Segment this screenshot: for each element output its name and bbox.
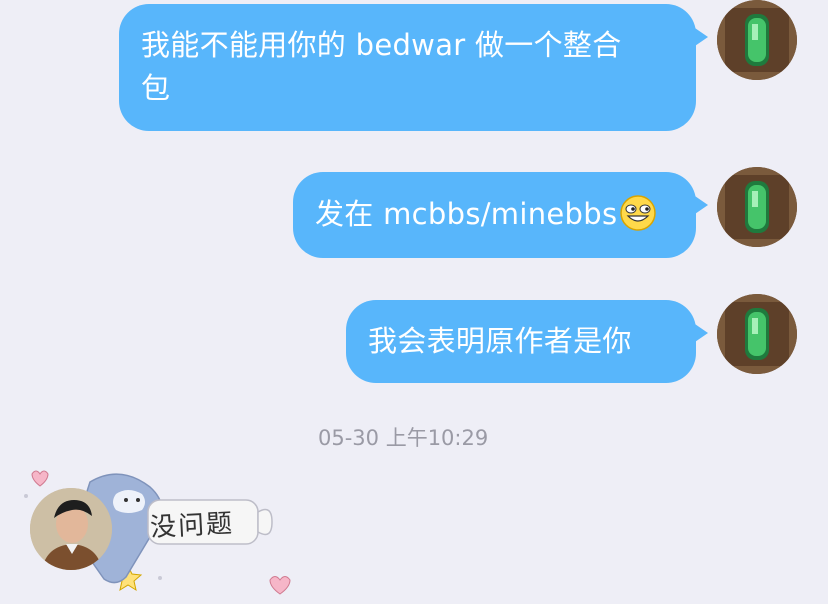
sender-avatar-emerald-icon[interactable] — [717, 167, 797, 247]
message-bubble-3[interactable]: 我会表明原作者是你 — [346, 300, 708, 383]
sender-avatar-emerald-icon[interactable] — [717, 294, 797, 374]
user-avatar[interactable] — [30, 488, 112, 570]
sender-avatar-emerald-icon[interactable] — [717, 0, 797, 80]
bubble-tail — [692, 322, 708, 344]
bubble-tail — [692, 26, 708, 48]
message-3-text: 我会表明原作者是你 — [368, 324, 632, 358]
message-1-line-1: 我能不能用你的 bedwar 做一个整合 — [141, 28, 622, 62]
sticker-text: 没问题 — [149, 508, 235, 544]
grinning-face-icon — [619, 194, 657, 244]
message-bubble-2[interactable]: 发在 mcbbs/minebbs — [293, 172, 708, 258]
message-2-text: 发在 mcbbs/minebbs — [315, 197, 618, 231]
message-bubble-1[interactable]: 我能不能用你的 bedwar 做一个整合 包 — [119, 4, 708, 131]
message-1-line-2: 包 — [141, 71, 171, 105]
bubble-tail — [692, 194, 708, 216]
